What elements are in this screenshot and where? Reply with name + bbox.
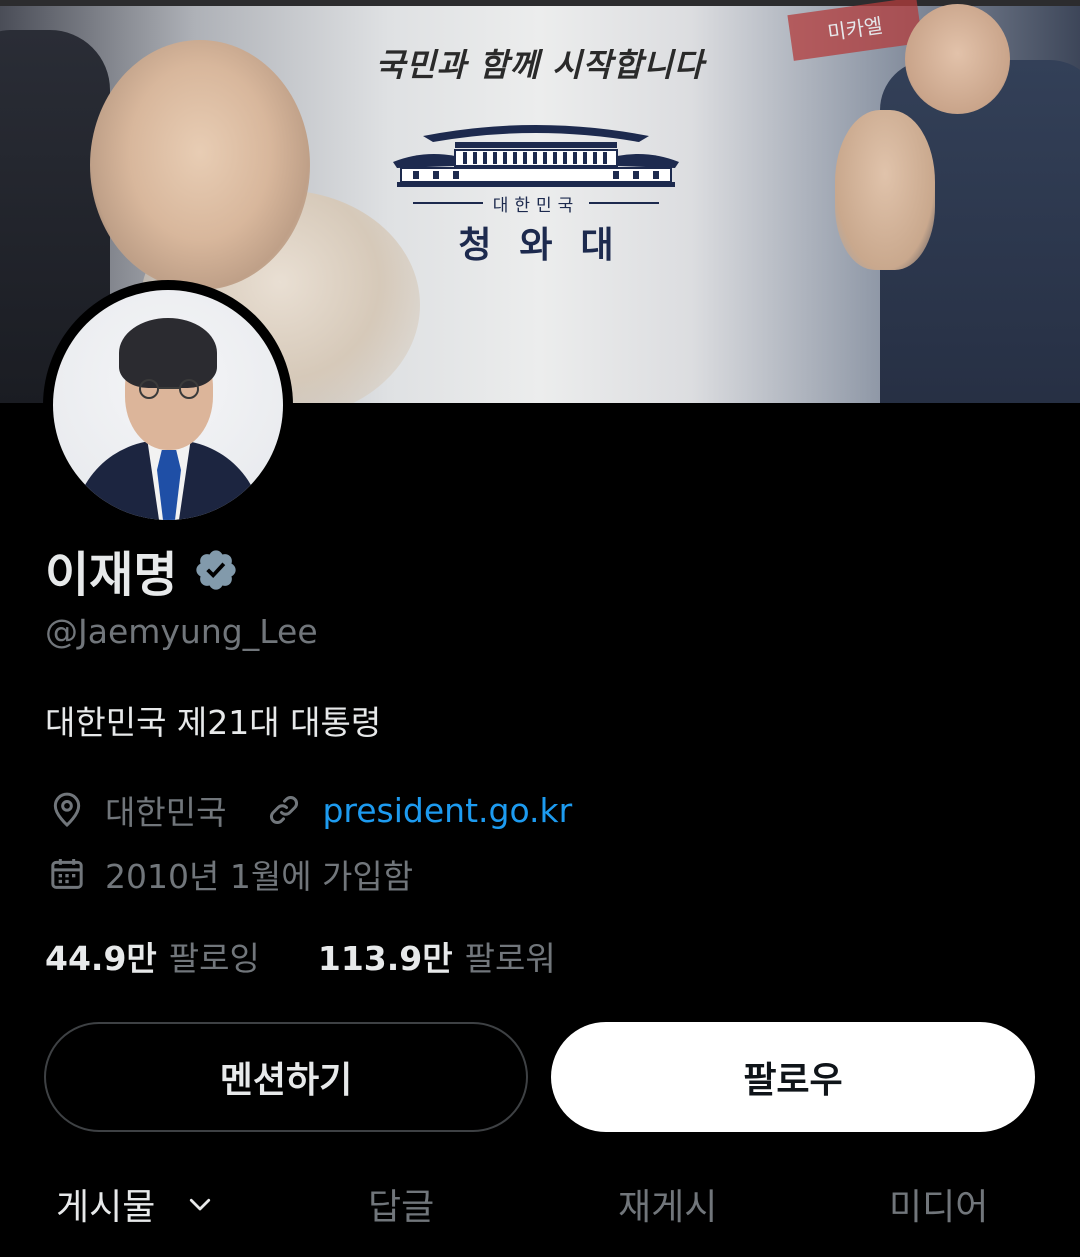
chevron-down-icon[interactable] bbox=[185, 1189, 215, 1219]
verified-badge-icon[interactable] bbox=[193, 547, 239, 593]
banner-face-right bbox=[905, 4, 1010, 114]
banner-country: 대한민국 bbox=[404, 190, 668, 216]
website-link[interactable]: president.go.kr bbox=[322, 791, 572, 830]
username-handle: @Jaemyung_Lee bbox=[45, 612, 318, 651]
profile-tabs: 게시물 답글 재게시 미디어 bbox=[0, 1166, 1080, 1246]
blue-house-logo bbox=[393, 125, 679, 187]
tab-label: 미디어 bbox=[889, 1187, 989, 1228]
banner-office-name: 청와대 bbox=[458, 225, 642, 266]
tab-replies[interactable]: 답글 bbox=[368, 1166, 434, 1242]
tab-media[interactable]: 미디어 bbox=[889, 1166, 988, 1242]
followers-count[interactable]: 113.9만 bbox=[318, 932, 453, 980]
link-icon bbox=[262, 788, 306, 832]
location-text: 대한민국 bbox=[105, 793, 227, 832]
tab-label: 재게시 bbox=[618, 1187, 718, 1228]
profile-page: 미카엘 국민과 함께 시작합니다 대한민국 청와대 이재명 @Jaemyung_… bbox=[0, 0, 1080, 1257]
avatar-photo bbox=[53, 290, 283, 520]
divider bbox=[412, 202, 483, 204]
banner-shop-sign: 미카엘 bbox=[787, 0, 923, 61]
banner-raised-hand bbox=[835, 110, 935, 270]
banner-smiling-face bbox=[90, 40, 310, 290]
name-row: 이재명 bbox=[45, 540, 239, 603]
follow-stats: 44.9만 팔로잉 113.9만 팔로워 bbox=[45, 932, 556, 980]
avatar[interactable] bbox=[43, 280, 293, 530]
followers-label[interactable]: 팔로워 bbox=[465, 932, 556, 980]
status-strip bbox=[0, 0, 1080, 6]
tab-posts[interactable]: 게시물 bbox=[56, 1166, 215, 1242]
tab-reposts[interactable]: 재게시 bbox=[618, 1166, 717, 1242]
bio-text: 대한민국 제21대 대통령 bbox=[45, 703, 382, 742]
mention-button[interactable]: 멘션하기 bbox=[44, 1022, 528, 1132]
divider bbox=[589, 202, 660, 204]
profile-meta-row: 대한민국 president.go.kr bbox=[45, 786, 572, 834]
banner-country-text: 대한민국 bbox=[492, 195, 580, 216]
tab-label: 게시물 bbox=[56, 1187, 156, 1228]
joined-date: 2010년 1월에 가입함 bbox=[105, 857, 414, 896]
tab-label: 답글 bbox=[368, 1187, 435, 1228]
follow-button[interactable]: 팔로우 bbox=[551, 1022, 1035, 1132]
display-name: 이재명 bbox=[45, 547, 178, 603]
banner-slogan: 국민과 함께 시작합니다 bbox=[375, 46, 705, 84]
profile-meta-row: 2010년 1월에 가입함 bbox=[45, 850, 413, 898]
following-count[interactable]: 44.9만 bbox=[45, 932, 157, 980]
following-label[interactable]: 팔로잉 bbox=[169, 932, 260, 980]
location-pin-icon bbox=[45, 788, 89, 832]
calendar-icon bbox=[45, 852, 89, 896]
avatar-glasses bbox=[139, 379, 199, 399]
